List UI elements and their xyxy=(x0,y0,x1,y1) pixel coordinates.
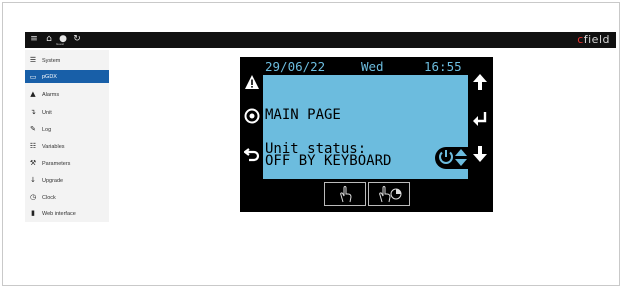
brand-logo: cfield xyxy=(577,33,610,46)
user-label: Guest xyxy=(56,42,65,46)
download-icon: ↓ xyxy=(30,176,36,184)
top-bar: ≡ ⌂ ● Guest ↻ cfield xyxy=(25,32,616,48)
sidebar-item-web-interface[interactable]: ▮ Web interface xyxy=(25,205,109,222)
lcd-day: Wed xyxy=(361,59,384,74)
lcd-date: 29/06/22 xyxy=(265,59,326,74)
refresh-icon[interactable]: ↻ xyxy=(72,34,82,45)
down-button[interactable] xyxy=(470,141,490,167)
lcd-screen: 29/06/22 Wed 16:55 MAIN PAGE Unit status… xyxy=(263,59,471,179)
enter-icon xyxy=(473,112,487,126)
log-icon: ✎ xyxy=(30,125,36,133)
wrench-icon: ⚒ xyxy=(29,159,37,167)
down-arrow-icon xyxy=(473,146,487,162)
clock-icon: ◷ xyxy=(29,193,37,201)
sidebar-item-log[interactable]: ✎ Log xyxy=(25,121,109,138)
escape-button[interactable] xyxy=(242,141,262,167)
sidebar-item-variables[interactable]: ☷ Variables xyxy=(25,138,109,155)
up-arrow-icon xyxy=(473,74,487,90)
sidebar-item-pgdx[interactable]: ▭ pGDX xyxy=(25,70,109,83)
program-icon xyxy=(244,108,260,124)
bell-icon: ▲ xyxy=(30,90,36,98)
sidebar-item-parameters[interactable]: ⚒ Parameters xyxy=(25,155,109,172)
touch-hold-icon xyxy=(379,186,402,203)
sidebar-item-clock[interactable]: ◷ Clock xyxy=(25,189,109,206)
sidebar-item-upgrade[interactable]: ↓ Upgrade xyxy=(25,172,109,189)
touch-button[interactable] xyxy=(324,182,366,206)
alarm-button[interactable] xyxy=(242,69,262,95)
sidebar: ☰ System ▭ pGDX ▲ Alarms ↴ Unit ✎ Log ☷ … xyxy=(25,50,109,222)
alarm-icon xyxy=(245,75,259,89)
database-icon: ☷ xyxy=(29,142,37,150)
sidebar-item-system[interactable]: ☰ System xyxy=(25,52,109,69)
touch-icon xyxy=(340,186,352,203)
display-icon: ▭ xyxy=(29,73,37,81)
home-icon[interactable]: ⌂ xyxy=(44,34,54,45)
touch-hold-button[interactable] xyxy=(368,182,410,206)
menu-icon[interactable]: ≡ xyxy=(29,34,39,45)
list-icon: ☰ xyxy=(29,56,37,64)
sidebar-item-unit[interactable]: ↴ Unit xyxy=(25,104,109,121)
unit-onoff-control[interactable] xyxy=(431,145,471,171)
lcd-page-title: MAIN PAGE xyxy=(265,107,341,123)
escape-icon xyxy=(243,148,260,162)
pgdx-terminal: 29/06/22 Wed 16:55 MAIN PAGE Unit status… xyxy=(240,57,493,212)
lcd-header: 29/06/22 Wed 16:55 xyxy=(263,59,468,75)
program-button[interactable] xyxy=(242,103,262,129)
sidebar-item-alarms[interactable]: ▲ Alarms xyxy=(25,86,109,103)
lcd-status-value: OFF BY KEYBOARD xyxy=(265,153,392,169)
unit-icon: ↴ xyxy=(30,108,36,116)
bookmark-icon: ▮ xyxy=(31,209,35,217)
lcd-time: 16:55 xyxy=(424,59,462,74)
enter-button[interactable] xyxy=(470,106,490,132)
up-button[interactable] xyxy=(470,69,490,95)
